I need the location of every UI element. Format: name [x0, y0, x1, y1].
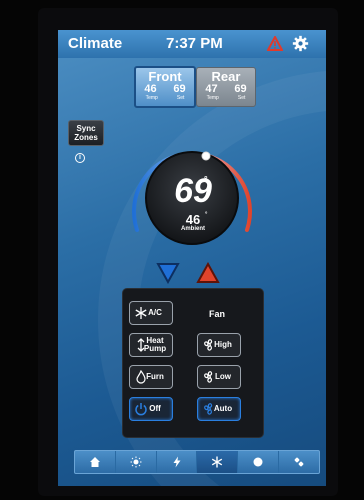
zone-name: Rear	[211, 69, 241, 84]
heat-pump-button[interactable]: Heat Pump	[129, 333, 173, 357]
zone-tab-rear[interactable]: Rear 47 69 Temp Set	[196, 67, 256, 107]
temp-up-button[interactable]	[196, 262, 220, 284]
ambient-temperature: 46	[185, 212, 201, 227]
nav-power[interactable]	[157, 451, 198, 473]
ambient-label: Ambient	[181, 226, 205, 232]
power-icon	[135, 403, 147, 416]
furnace-button[interactable]: Furn	[129, 365, 173, 389]
zone-name: Front	[148, 69, 182, 84]
sound-icon	[253, 457, 263, 467]
bottom-nav	[74, 450, 320, 474]
zone-set-label: Set	[237, 95, 246, 101]
home-icon	[89, 457, 100, 467]
snowflake-icon	[135, 307, 147, 319]
degree-symbol: °	[204, 174, 208, 184]
lights-icon	[130, 456, 142, 468]
gear-icon[interactable]	[292, 35, 309, 52]
nav-lights[interactable]	[116, 451, 157, 473]
fan-high-button[interactable]: High	[197, 333, 241, 357]
flame-icon	[136, 370, 146, 384]
fan-icon	[204, 339, 213, 351]
touch-screen: Climate 7:37 PM Front 46 69 Temp Set Rea…	[58, 30, 326, 486]
zone-temp: 46	[144, 83, 157, 95]
zone-temp-label: Temp	[206, 95, 219, 101]
tools-icon	[294, 457, 304, 467]
nav-climate[interactable]	[197, 451, 239, 473]
nav-tools[interactable]	[279, 451, 319, 473]
sync-label-line2: Zones	[74, 133, 98, 142]
page-title: Climate	[68, 35, 123, 52]
zone-temp: 47	[205, 83, 218, 95]
zone-set: 69	[173, 83, 186, 95]
ac-button[interactable]: A/C	[129, 301, 173, 325]
clock: 7:37 PM	[166, 35, 223, 52]
fan-auto-button[interactable]: Auto	[197, 397, 241, 421]
fan-title: Fan	[209, 309, 226, 319]
fan-icon	[204, 403, 213, 415]
sync-label-line1: Sync	[76, 124, 96, 133]
power-icon	[173, 456, 181, 468]
zone-temp-label: Temp	[145, 95, 158, 101]
temp-down-button[interactable]	[156, 262, 180, 284]
control-panel: A/C Heat Pump Furn Off Fan High Low Auto	[122, 288, 264, 438]
zone-set: 69	[234, 83, 247, 95]
heat-pump-icon	[137, 338, 145, 352]
fan-low-button[interactable]: Low	[197, 365, 241, 389]
off-button[interactable]: Off	[129, 397, 173, 421]
nav-sound[interactable]	[238, 451, 280, 473]
nav-home[interactable]	[75, 451, 116, 473]
zone-set-label: Set	[176, 95, 185, 101]
alert-icon[interactable]	[267, 36, 283, 51]
fan-icon	[204, 371, 213, 383]
sync-zones-button[interactable]: Sync Zones	[68, 120, 104, 146]
degree-symbol: °	[205, 212, 208, 218]
setpoint-temperature: 69	[174, 172, 212, 210]
info-icon[interactable]: i	[75, 153, 85, 163]
zone-tab-front[interactable]: Front 46 69 Temp Set	[134, 66, 196, 108]
climate-icon	[212, 456, 223, 468]
title-bar: Climate 7:37 PM	[58, 30, 326, 58]
